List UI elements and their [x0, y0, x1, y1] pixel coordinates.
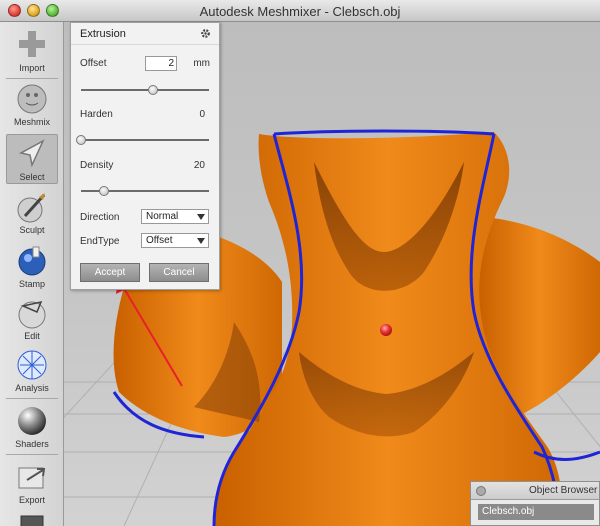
offset-slider[interactable] — [81, 85, 209, 95]
tool-meshmix[interactable]: Meshmix — [6, 80, 58, 130]
tool-sculpt[interactable]: Sculpt — [6, 188, 58, 238]
object-browser-title: Object Browser — [529, 485, 598, 496]
tool-label: Stamp — [18, 279, 45, 289]
tool-shaders[interactable]: Shaders — [6, 402, 58, 452]
meshmix-ball-icon — [17, 84, 47, 114]
object-browser-panel: Object Browser Clebsch.obj — [470, 481, 600, 526]
slider-thumb[interactable] — [147, 85, 158, 95]
toolbar-divider — [6, 78, 58, 79]
offset-input[interactable]: 2 — [145, 56, 177, 71]
printer-icon — [20, 515, 44, 526]
direction-selected: Normal — [146, 211, 179, 222]
object-browser-header: Object Browser — [471, 482, 599, 500]
chevron-down-icon — [197, 238, 205, 244]
tool-label: Sculpt — [19, 225, 45, 235]
offset-label: Offset — [80, 58, 107, 69]
export-icon — [18, 467, 46, 489]
tool-sidebar: Import Meshmix Select Sculpt Stamp Edit — [0, 22, 64, 526]
object-list-item[interactable]: Clebsch.obj — [478, 504, 594, 520]
endtype-label: EndType — [80, 236, 120, 247]
slider-thumb[interactable] — [99, 186, 110, 196]
tool-label: Shaders — [15, 439, 49, 449]
toolbar-divider — [6, 454, 58, 455]
extrusion-panel: Extrusion Offset 2 mm Harden 0 Density 2… — [70, 22, 220, 290]
panel-title: Extrusion — [71, 23, 219, 45]
tool-label: Analysis — [15, 383, 49, 393]
tool-import[interactable]: Import — [6, 26, 58, 76]
tool-stamp[interactable]: Stamp — [6, 242, 58, 292]
endtype-selected: Offset — [146, 235, 173, 246]
tool-select[interactable]: Select — [6, 134, 58, 184]
tool-edit[interactable]: Edit — [6, 294, 58, 344]
tool-label: Export — [18, 495, 45, 505]
harden-slider[interactable] — [76, 135, 209, 145]
harden-label: Harden — [80, 109, 113, 120]
window-title: Autodesk Meshmixer - Clebsch.obj — [199, 4, 401, 19]
tool-export[interactable]: Export — [6, 458, 58, 508]
slider-thumb[interactable] — [76, 135, 86, 145]
tool-analysis[interactable]: Analysis — [6, 346, 58, 396]
mesh-pivot-ball — [380, 324, 392, 336]
edit-ball-icon — [18, 300, 46, 329]
endtype-select[interactable]: Offset — [141, 233, 209, 248]
slider-track — [81, 89, 209, 91]
close-icon[interactable] — [476, 486, 486, 496]
tool-label: Select — [19, 172, 45, 182]
slider-track — [81, 139, 209, 141]
shaders-ball-icon — [18, 407, 46, 435]
cancel-button[interactable]: Cancel — [149, 263, 209, 282]
density-value: 20 — [193, 160, 205, 171]
tool-label: Edit — [24, 331, 40, 341]
gear-icon[interactable] — [200, 28, 211, 39]
direction-label: Direction — [80, 212, 120, 223]
tool-label: Meshmix — [13, 117, 50, 127]
select-arrow-icon — [18, 139, 45, 168]
chevron-down-icon — [197, 214, 205, 220]
toolbar-divider — [6, 398, 58, 399]
direction-select[interactable]: Normal — [141, 209, 209, 224]
tool-label: Import — [19, 63, 45, 73]
offset-unit: mm — [193, 58, 210, 69]
density-label: Density — [80, 160, 114, 171]
density-slider[interactable] — [81, 186, 209, 196]
sculpt-brush-icon — [17, 193, 46, 223]
stamp-ball-icon — [18, 246, 46, 276]
accept-button[interactable]: Accept — [80, 263, 140, 282]
tool-print[interactable] — [6, 510, 58, 526]
import-plus-icon — [19, 31, 45, 57]
analysis-ball-icon — [17, 350, 47, 380]
window-titlebar: Autodesk Meshmixer - Clebsch.obj — [0, 0, 600, 22]
harden-value: 0 — [199, 109, 205, 120]
